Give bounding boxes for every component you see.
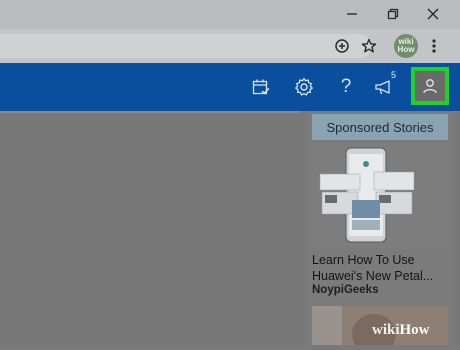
account-profile-inner <box>415 71 445 101</box>
watermark-part1: wiki <box>372 322 400 338</box>
story-title-line2: Huawei's New Petal... <box>312 269 434 283</box>
sponsored-story-source[interactable]: NoypiGeeks <box>312 284 378 296</box>
notification-count-badge: 5 <box>391 70 397 80</box>
gear-icon <box>295 77 313 96</box>
calendar-check-icon <box>252 79 270 95</box>
settings-button[interactable] <box>292 75 316 99</box>
kebab-menu-icon <box>432 39 436 53</box>
add-circle-icon <box>335 39 349 53</box>
avatar-text-line2: How <box>397 45 415 54</box>
sponsored-stories-heading: Sponsored Stories <box>312 114 448 140</box>
account-profile-button[interactable] <box>411 67 449 105</box>
watermark-part2: How <box>399 322 430 338</box>
content-divider <box>0 111 300 113</box>
help-button[interactable]: ? <box>334 75 358 99</box>
star-icon <box>361 38 377 53</box>
bookmark-star-button[interactable] <box>359 36 379 56</box>
restore-button[interactable] <box>383 4 403 24</box>
browser-menu-button[interactable] <box>424 36 444 56</box>
minimize-icon <box>347 13 357 15</box>
add-bookmark-button[interactable] <box>332 36 352 56</box>
person-icon <box>423 79 437 94</box>
minimize-button[interactable] <box>342 4 362 24</box>
megaphone-icon <box>375 80 390 95</box>
sponsored-story-title[interactable]: Learn How To Use Huawei's New Petal... <box>312 252 452 284</box>
url-field[interactable] <box>0 34 372 58</box>
story-title-line1: Learn How To Use <box>312 253 415 267</box>
browser-profile-avatar[interactable]: wiki How <box>394 34 418 58</box>
help-icon: ? <box>340 76 352 97</box>
my-day-button[interactable] <box>249 75 273 99</box>
sponsored-story-image[interactable] <box>312 142 448 248</box>
wikihow-watermark: wikiHow <box>372 322 430 339</box>
close-icon <box>427 8 439 20</box>
restore-icon <box>387 8 399 20</box>
address-bar-area <box>0 29 460 63</box>
phone-app-image <box>319 147 415 243</box>
close-window-button[interactable] <box>423 4 443 24</box>
